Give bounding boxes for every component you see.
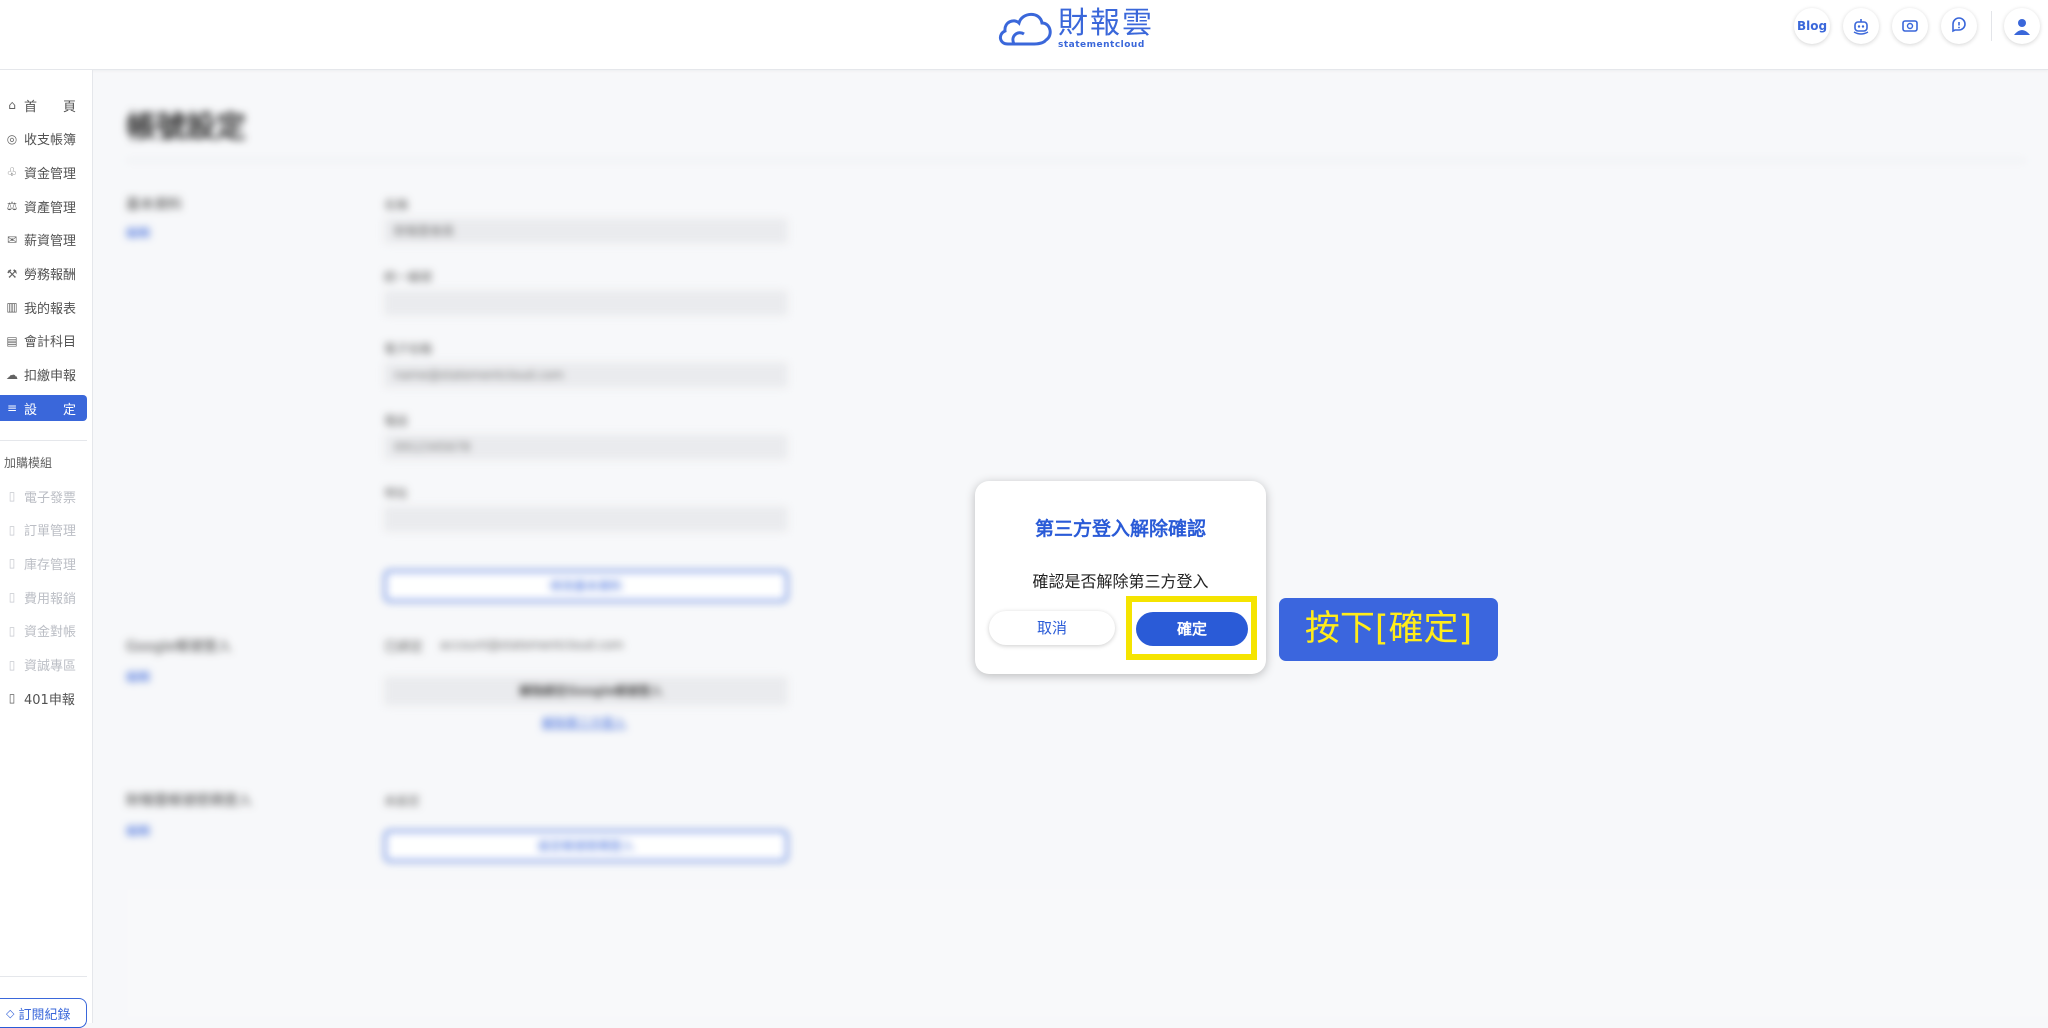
instruction-annotation: 按下[確定] xyxy=(1279,598,1498,661)
dialog-message: 確認是否解除第三方登入 xyxy=(1032,572,1209,591)
dialog-title: 第三方登入解除確認 xyxy=(1034,518,1206,540)
cancel-button[interactable]: 取消 xyxy=(989,611,1115,645)
confirm-button[interactable]: 確定 xyxy=(1136,612,1248,646)
